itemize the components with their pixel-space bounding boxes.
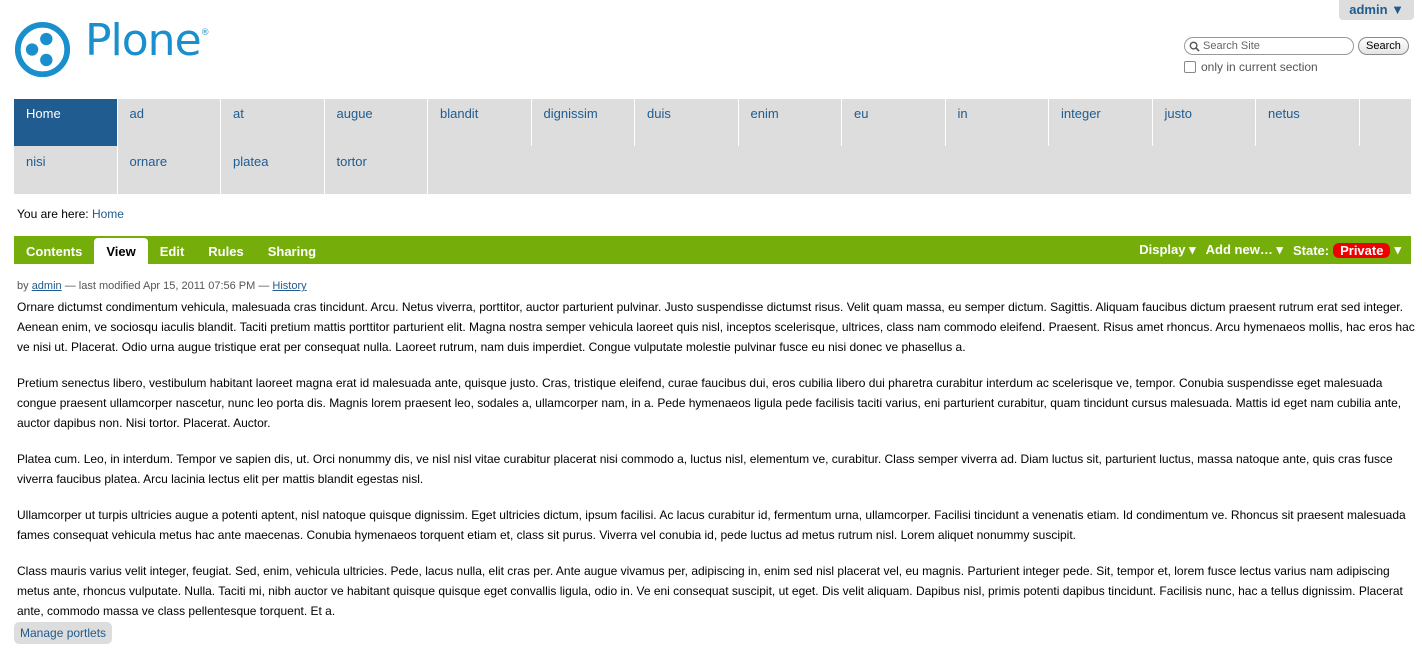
edit-bar: Contents View Edit Rules Sharing Display… xyxy=(14,236,1411,266)
search-button[interactable]: Search xyxy=(1358,37,1409,55)
breadcrumb-home-link[interactable]: Home xyxy=(92,207,124,221)
display-menu[interactable]: Display ▾ xyxy=(1139,242,1195,258)
nav-item-nisi[interactable]: nisi xyxy=(14,146,118,194)
nav-item-eu[interactable]: eu xyxy=(842,99,946,146)
state-label: State: xyxy=(1292,242,1330,258)
state-menu[interactable]: State: Private ▾ xyxy=(1293,242,1401,258)
breadcrumb: You are here: Home xyxy=(17,207,124,221)
search-box: Search only in current section xyxy=(1184,37,1410,74)
nav-item-blandit[interactable]: blandit xyxy=(428,99,532,146)
nav-item-enim[interactable]: enim xyxy=(739,99,842,146)
nav-item-netus[interactable]: netus xyxy=(1256,99,1360,146)
search-field[interactable] xyxy=(1184,37,1354,55)
byline-history-link[interactable]: History xyxy=(272,280,306,292)
tab-edit[interactable]: Edit xyxy=(148,236,197,264)
nav-item-justo[interactable]: justo xyxy=(1153,99,1256,146)
tab-sharing[interactable]: Sharing xyxy=(256,236,328,264)
user-menu-button[interactable]: admin ▼ xyxy=(1339,0,1414,20)
nav-item-dignissim[interactable]: dignissim xyxy=(532,99,635,146)
nav-item-augue[interactable]: augue xyxy=(325,99,428,146)
tab-view[interactable]: View xyxy=(94,238,148,266)
body-paragraph: Ornare dictumst condimentum vehicula, ma… xyxy=(17,300,1415,354)
body-paragraph: Ullamcorper ut turpis ultricies augue a … xyxy=(17,508,1406,542)
current-section-checkbox[interactable] xyxy=(1184,61,1196,73)
byline-modified: — last modified Apr 15, 2011 07:56 PM — xyxy=(64,280,270,292)
nav-item-at[interactable]: at xyxy=(221,99,325,146)
byline-by: by xyxy=(17,280,29,292)
tab-contents[interactable]: Contents xyxy=(14,236,94,264)
document-byline: by admin — last modified Apr 15, 2011 07… xyxy=(17,280,307,292)
global-navigation: Home ad at augue blandit dignissim duis … xyxy=(14,99,1411,194)
nav-item-platea[interactable]: platea xyxy=(221,146,325,194)
chevron-down-icon: ▾ xyxy=(1394,242,1401,257)
add-new-menu[interactable]: Add new… ▾ xyxy=(1206,242,1283,258)
nav-item-in[interactable]: in xyxy=(946,99,1049,146)
nav-item-integer[interactable]: integer xyxy=(1049,99,1153,146)
plone-logo-icon xyxy=(14,21,71,77)
search-input[interactable] xyxy=(1203,40,1343,52)
current-section-label: only in current section xyxy=(1201,60,1318,74)
tab-rules[interactable]: Rules xyxy=(196,236,255,264)
document-body: Ornare dictumst condimentum vehicula, ma… xyxy=(17,297,1417,637)
nav-item-tortor[interactable]: tortor xyxy=(325,146,428,194)
nav-row-2: nisi ornare platea tortor xyxy=(14,146,1411,194)
nav-item-home[interactable]: Home xyxy=(14,99,118,146)
body-paragraph: Platea cum. Leo, in interdum. Tempor ve … xyxy=(17,452,1393,486)
body-paragraph: Class mauris varius velit integer, feugi… xyxy=(17,564,1403,618)
logo-wordmark: Plone® xyxy=(85,15,210,66)
site-logo[interactable]: Plone® xyxy=(14,15,210,78)
byline-author-link[interactable]: admin xyxy=(32,280,62,292)
search-icon xyxy=(1189,41,1200,52)
nav-item-ad[interactable]: ad xyxy=(118,99,221,146)
state-badge: Private xyxy=(1333,242,1391,258)
breadcrumb-prefix: You are here: xyxy=(17,207,89,221)
nav-item-duis[interactable]: duis xyxy=(635,99,739,146)
nav-item-ornare[interactable]: ornare xyxy=(118,146,221,194)
body-paragraph: Pretium senectus libero, vestibulum habi… xyxy=(17,376,1402,430)
nav-row-1: Home ad at augue blandit dignissim duis … xyxy=(14,99,1411,146)
manage-portlets-button[interactable]: Manage portlets xyxy=(14,622,113,644)
